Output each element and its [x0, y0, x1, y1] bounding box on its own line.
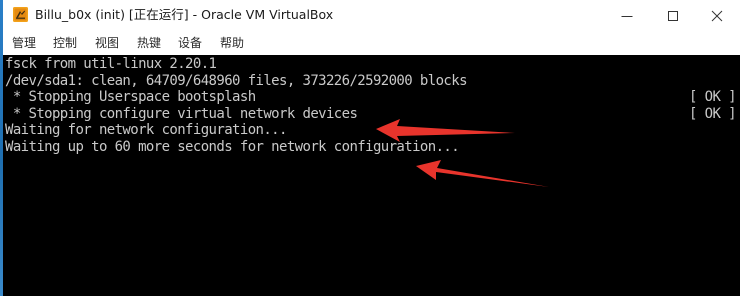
close-icon	[711, 10, 723, 22]
minimize-icon	[621, 16, 633, 17]
menu-control[interactable]: 控制	[53, 35, 77, 51]
close-button[interactable]	[694, 0, 740, 31]
console-line: Waiting up to 60 more seconds for networ…	[5, 138, 460, 155]
console-line: Waiting for network configuration...	[5, 122, 287, 138]
vm-console-screen[interactable]: fsck from util-linux 2.20.1 /dev/sda1: c…	[3, 55, 740, 296]
console-line: * Stopping Userspace bootsplash	[5, 89, 256, 105]
menu-manage[interactable]: 管理	[12, 35, 36, 51]
window-title: Billu_b0x (init) [正在运行] - Oracle VM Virt…	[35, 7, 334, 22]
status-ok: [ OK ]	[689, 105, 737, 122]
console-line: fsck from util-linux 2.20.1	[5, 56, 217, 72]
menu-devices[interactable]: 设备	[178, 35, 202, 51]
title-bar[interactable]: Billu_b0x (init) [正在运行] - Oracle VM Virt…	[3, 0, 740, 31]
maximize-icon	[668, 11, 678, 21]
console-line: /dev/sda1: clean, 64709/648960 files, 37…	[5, 72, 468, 89]
menu-hotkeys[interactable]: 热键	[137, 35, 161, 51]
menu-view[interactable]: 视图	[95, 35, 119, 51]
minimize-button[interactable]	[604, 0, 650, 31]
menu-help[interactable]: 帮助	[220, 35, 244, 51]
status-ok: [ OK ]	[689, 89, 737, 105]
virtualbox-icon	[13, 7, 28, 22]
virtualbox-window: Billu_b0x (init) [正在运行] - Oracle VM Virt…	[3, 0, 740, 296]
maximize-button[interactable]	[650, 0, 696, 31]
menu-bar: 管理 控制 视图 热键 设备 帮助	[3, 31, 740, 55]
console-line: * Stopping configure virtual network dev…	[5, 105, 358, 122]
